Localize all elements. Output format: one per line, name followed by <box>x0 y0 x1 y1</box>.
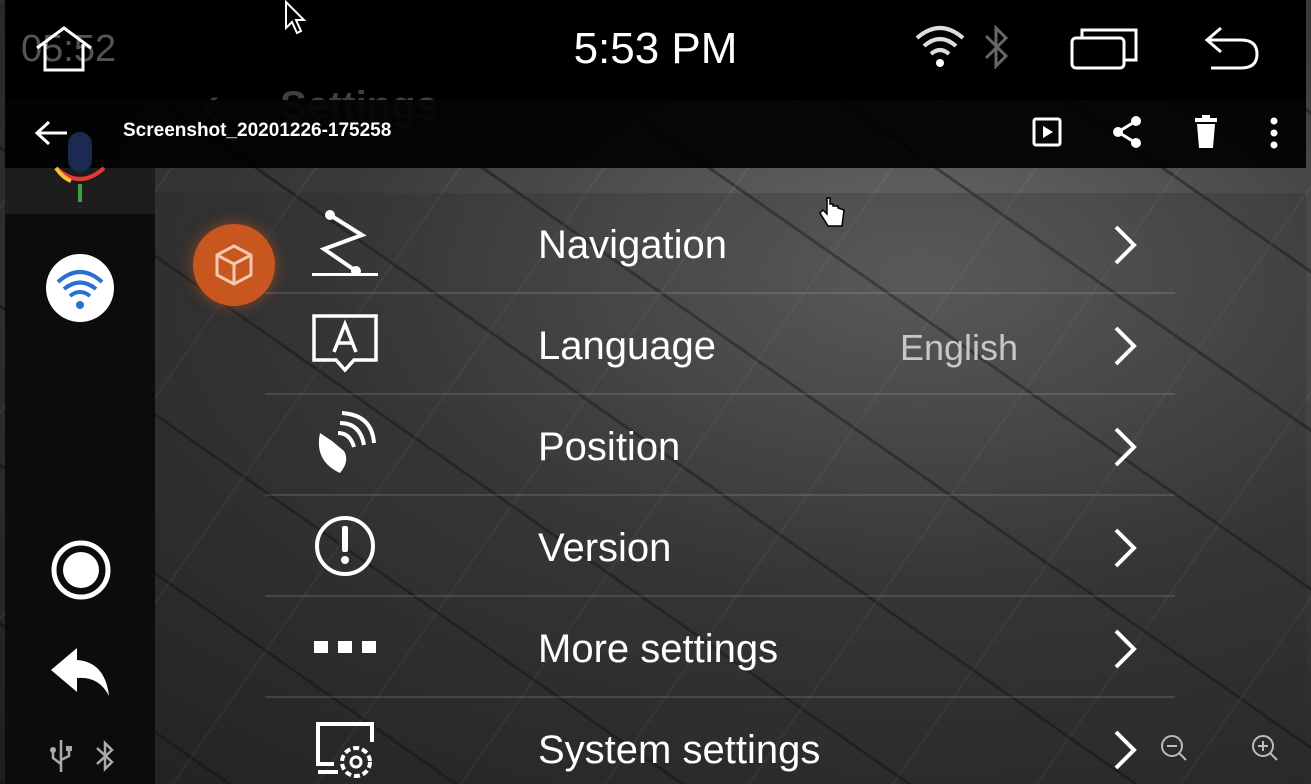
chevron-right-icon <box>1114 528 1137 568</box>
language-value: English <box>900 327 1019 368</box>
menu-item-label: System settings <box>538 728 821 772</box>
share-icon[interactable] <box>1110 114 1144 150</box>
menu-item-position[interactable]: Position <box>265 395 1175 496</box>
menu-item-label: Language <box>538 324 716 368</box>
menu-item-language[interactable]: Language English <box>265 294 1175 395</box>
language-icon <box>312 314 378 373</box>
mic-icon[interactable] <box>51 128 109 208</box>
menu-item-label: Version <box>538 526 672 570</box>
record-icon[interactable] <box>49 538 113 602</box>
back-icon[interactable] <box>1201 22 1263 74</box>
chevron-right-icon <box>1114 427 1137 467</box>
satellite-dish-icon <box>318 411 376 473</box>
chevron-right-icon <box>1114 225 1137 265</box>
mouse-cursor-icon <box>285 0 307 35</box>
menu-item-version[interactable]: Version <box>265 496 1175 597</box>
delete-icon[interactable] <box>1193 114 1219 150</box>
viewer-toolbar: Screenshot_20201226-175258 <box>5 100 1306 168</box>
menu-item-label: Navigation <box>538 223 728 267</box>
menu-item-system-settings[interactable]: System settings <box>265 698 1175 784</box>
usb-icon <box>50 740 72 772</box>
chevron-right-icon <box>1114 326 1137 366</box>
zoom-in-icon[interactable] <box>1250 733 1280 763</box>
play-icon[interactable] <box>1031 116 1063 148</box>
left-sidebar <box>5 132 155 784</box>
zoom-out-icon[interactable] <box>1159 733 1189 763</box>
chevron-right-icon <box>1114 730 1137 770</box>
menu-item-label: Position <box>538 425 681 469</box>
settings-menu: Navigation Language English Position Ver… <box>155 193 1306 784</box>
system-gear-icon <box>316 722 374 778</box>
screenshot-filename: Screenshot_20201226-175258 <box>123 120 392 141</box>
recent-apps-icon[interactable] <box>1068 24 1140 72</box>
menu-item-more-settings[interactable]: More settings <box>265 597 1175 698</box>
more-vert-icon[interactable] <box>1267 116 1281 150</box>
info-exclamation-icon <box>315 516 375 576</box>
chevron-right-icon <box>1114 629 1137 669</box>
dots-icon <box>314 641 376 653</box>
back-arrow-icon[interactable] <box>49 644 113 698</box>
wifi-settings-icon[interactable] <box>44 252 116 324</box>
menu-item-navigation[interactable]: Navigation <box>265 193 1175 294</box>
hand-cursor-icon <box>819 197 845 227</box>
wifi-icon <box>915 26 965 67</box>
menu-item-label: More settings <box>538 627 779 671</box>
navigation-route-icon <box>312 210 378 276</box>
bluetooth-icon <box>984 24 1009 70</box>
bluetooth-small-icon <box>96 739 114 773</box>
